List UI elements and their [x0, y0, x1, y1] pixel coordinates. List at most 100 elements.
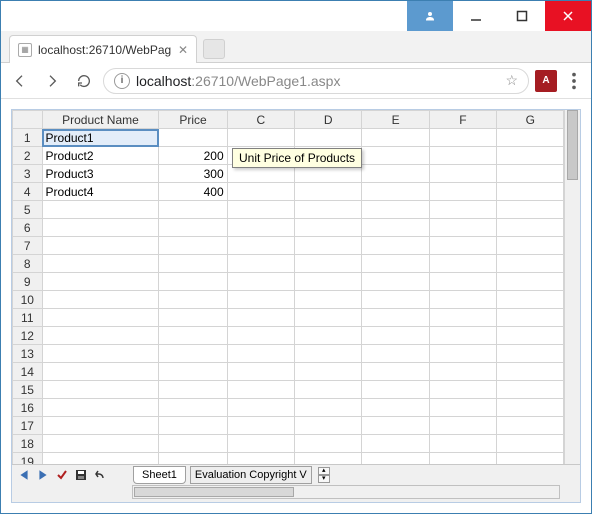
cell[interactable] [497, 417, 564, 435]
cell[interactable] [227, 309, 294, 327]
cell[interactable] [497, 309, 564, 327]
cell[interactable] [429, 435, 496, 453]
cell[interactable] [295, 399, 362, 417]
cell[interactable] [159, 237, 227, 255]
scroll-thumb[interactable] [567, 110, 578, 180]
cell[interactable] [159, 273, 227, 291]
undo-button[interactable] [92, 468, 107, 483]
cell[interactable] [362, 363, 429, 381]
commit-button[interactable] [54, 468, 69, 483]
cell[interactable] [429, 129, 496, 147]
select-all-corner[interactable] [13, 111, 43, 129]
cell[interactable] [362, 273, 429, 291]
col-header-d[interactable]: D [295, 111, 362, 129]
cell[interactable] [497, 327, 564, 345]
cell[interactable] [362, 291, 429, 309]
row-header[interactable]: 1 [13, 129, 43, 147]
cell[interactable] [497, 129, 564, 147]
cell[interactable] [362, 399, 429, 417]
row-header[interactable]: 10 [13, 291, 43, 309]
row-header[interactable]: 11 [13, 309, 43, 327]
cell[interactable] [295, 219, 362, 237]
cell[interactable] [362, 327, 429, 345]
cell[interactable] [497, 291, 564, 309]
cell[interactable] [227, 237, 294, 255]
cell[interactable] [159, 129, 227, 147]
cell[interactable] [429, 201, 496, 219]
col-header-f[interactable]: F [429, 111, 496, 129]
cell[interactable] [362, 129, 429, 147]
cell[interactable] [295, 453, 362, 465]
cell[interactable] [497, 219, 564, 237]
row-header[interactable]: 18 [13, 435, 43, 453]
cell[interactable] [429, 363, 496, 381]
row-header[interactable]: 7 [13, 237, 43, 255]
row-header[interactable]: 4 [13, 183, 43, 201]
cell[interactable] [42, 255, 159, 273]
cell[interactable] [159, 219, 227, 237]
row-header[interactable]: 3 [13, 165, 43, 183]
row-header[interactable]: 2 [13, 147, 43, 165]
cell[interactable] [497, 273, 564, 291]
cell[interactable] [362, 345, 429, 363]
minimize-button[interactable] [453, 1, 499, 31]
cell[interactable] [295, 237, 362, 255]
cell[interactable] [227, 381, 294, 399]
vertical-scrollbar[interactable] [564, 110, 580, 464]
browser-tab[interactable]: ▦ localhost:26710/WebPag ✕ [9, 35, 197, 63]
cell[interactable] [227, 363, 294, 381]
cell[interactable] [429, 417, 496, 435]
cell[interactable] [42, 417, 159, 435]
cell[interactable] [362, 237, 429, 255]
cell[interactable] [42, 219, 159, 237]
cell[interactable]: 400 [159, 183, 227, 201]
cell[interactable] [227, 399, 294, 417]
cell[interactable] [295, 183, 362, 201]
cell[interactable] [295, 327, 362, 345]
cell[interactable] [295, 345, 362, 363]
cell[interactable] [429, 345, 496, 363]
cell[interactable] [159, 255, 227, 273]
cell[interactable] [42, 363, 159, 381]
row-header[interactable]: 17 [13, 417, 43, 435]
cell[interactable] [42, 453, 159, 465]
user-icon[interactable] [407, 1, 453, 31]
cell[interactable] [362, 381, 429, 399]
cell[interactable] [497, 453, 564, 465]
row-header[interactable]: 5 [13, 201, 43, 219]
cell[interactable] [497, 399, 564, 417]
close-button[interactable] [545, 1, 591, 31]
cell[interactable] [497, 201, 564, 219]
cell[interactable]: Product1 [42, 129, 159, 147]
col-header-b[interactable]: Price [159, 111, 227, 129]
cell[interactable] [42, 309, 159, 327]
pdf-extension-icon[interactable]: A [535, 70, 557, 92]
new-tab-button[interactable] [203, 39, 225, 59]
cell[interactable] [497, 381, 564, 399]
cell[interactable]: 200 [159, 147, 227, 165]
cell[interactable] [295, 201, 362, 219]
cell[interactable] [429, 291, 496, 309]
cell[interactable] [362, 309, 429, 327]
cell[interactable] [429, 453, 496, 465]
cell[interactable] [497, 435, 564, 453]
hscroll-thumb[interactable] [134, 487, 294, 497]
cell[interactable] [159, 417, 227, 435]
cell[interactable] [362, 201, 429, 219]
maximize-button[interactable] [499, 1, 545, 31]
cell[interactable] [227, 435, 294, 453]
cell[interactable] [227, 129, 294, 147]
cell[interactable] [42, 273, 159, 291]
cell[interactable] [159, 399, 227, 417]
cell[interactable] [429, 309, 496, 327]
cell[interactable] [429, 381, 496, 399]
cell[interactable] [362, 147, 429, 165]
cell[interactable] [295, 255, 362, 273]
cell[interactable] [159, 363, 227, 381]
cell[interactable] [159, 381, 227, 399]
row-header[interactable]: 8 [13, 255, 43, 273]
cell[interactable] [42, 345, 159, 363]
cell[interactable] [362, 255, 429, 273]
cell[interactable] [159, 435, 227, 453]
cell[interactable] [42, 201, 159, 219]
